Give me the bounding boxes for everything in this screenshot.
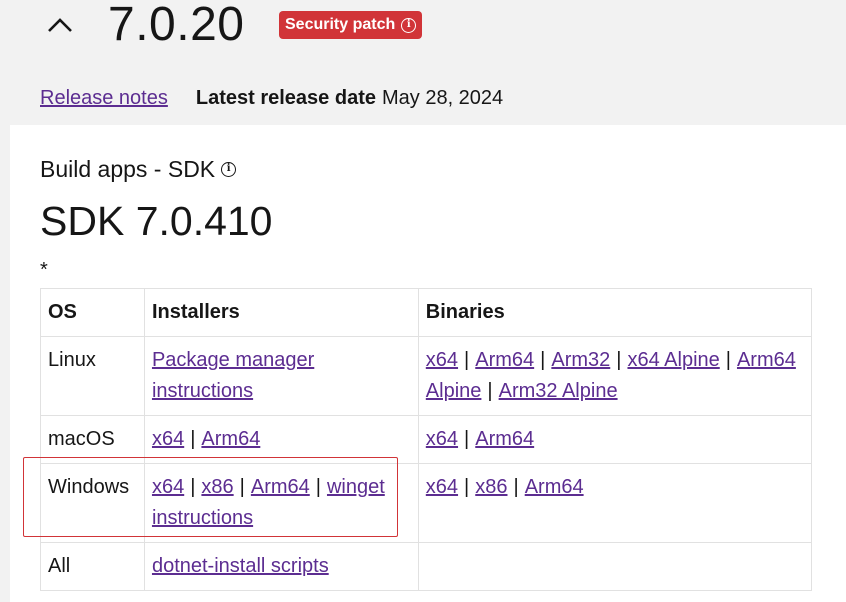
link-separator: |	[464, 428, 470, 450]
header-binaries: Binaries	[417, 288, 813, 337]
installers-link[interactable]: Arm64	[201, 428, 260, 450]
os-cell: macOS	[40, 415, 145, 464]
table-row: Windows x64 | x86 | Arm64 | winget instructions…	[40, 463, 813, 543]
sdk-title: SDK 7.0.410	[40, 198, 273, 244]
installers-cell: dotnet-install scripts	[143, 542, 419, 591]
link-separator: |	[315, 476, 321, 498]
binaries-link[interactable]: Arm64	[475, 349, 534, 371]
binaries-link[interactable]: x64	[426, 476, 458, 498]
release-page: 7.0.20 Security patch i Release notes La…	[0, 0, 846, 602]
latest-release-date: May 28, 2024	[381, 87, 504, 109]
binaries-cell: x64 | Arm64 | Arm32 | x64 Alpine | Arm64 Alpine |…	[417, 336, 813, 416]
link-separator: |	[487, 380, 493, 402]
link-separator: |	[464, 349, 470, 371]
security-patch-badge[interactable]: Security patch i	[279, 11, 423, 39]
header-installers: Installers	[143, 288, 419, 337]
link-separator: |	[616, 349, 622, 371]
installers-link[interactable]: Arm64	[251, 476, 310, 498]
link-separator: |	[190, 428, 196, 450]
section-title-text: Build apps - SDK	[40, 156, 216, 182]
installers-cell: x64 | Arm64	[143, 415, 419, 464]
footnote-mark: *	[40, 259, 48, 281]
installers-link[interactable]: x64	[152, 428, 184, 450]
os-cell: All	[40, 542, 145, 591]
latest-release-label: Latest release date	[195, 87, 376, 109]
section-title: Build apps - SDK i	[40, 154, 237, 184]
header-os: OS	[40, 288, 145, 337]
binaries-link[interactable]: x64	[426, 428, 458, 450]
sdk-card: Build apps - SDK i SDK 7.0.410 * OS Inst…	[10, 125, 846, 602]
link-separator: |	[725, 349, 731, 371]
downloads-table: OS Installers Binaries Linux Package mana…	[40, 288, 813, 591]
installers-link[interactable]: x64	[152, 476, 184, 498]
link-separator: |	[540, 349, 546, 371]
release-notes-link[interactable]: Release notes	[40, 84, 168, 112]
link-separator: |	[239, 476, 245, 498]
binaries-link[interactable]: x64 Alpine	[627, 349, 719, 371]
installers-link[interactable]: Package manager instructions	[152, 349, 314, 402]
binaries-cell: x64 | Arm64	[417, 415, 813, 464]
link-separator: |	[513, 476, 519, 498]
info-icon[interactable]: i	[221, 161, 237, 177]
table-row: All dotnet-install scripts	[40, 542, 813, 591]
binaries-link[interactable]: x86	[475, 476, 507, 498]
info-icon: i	[401, 17, 417, 33]
table-row: macOS x64 | Arm64 x64 | Arm64	[40, 415, 813, 464]
chevron-up-icon	[48, 18, 72, 32]
binaries-link[interactable]: Arm64	[475, 428, 534, 450]
os-cell: Windows	[40, 463, 145, 543]
os-cell: Linux	[40, 336, 145, 416]
installers-cell: Package manager instructions	[143, 336, 419, 416]
badge-label: Security patch	[285, 16, 396, 33]
installers-link[interactable]: dotnet-install scripts	[152, 555, 329, 577]
link-separator: |	[190, 476, 196, 498]
binaries-cell: x64 | x86 | Arm64	[417, 463, 813, 543]
binaries-link[interactable]: Arm64	[525, 476, 584, 498]
installers-link[interactable]: x86	[201, 476, 233, 498]
binaries-link[interactable]: x64	[426, 349, 458, 371]
binaries-link[interactable]: Arm32	[551, 349, 610, 371]
installers-cell: x64 | x86 | Arm64 | winget instructions	[143, 463, 419, 543]
binaries-link[interactable]: Arm32 Alpine	[499, 380, 618, 402]
table-row: Linux Package manager instructions x64 | Arm…	[40, 336, 813, 416]
link-separator: |	[464, 476, 470, 498]
binaries-cell	[417, 542, 813, 591]
release-meta: Release notes Latest release date May 28…	[40, 84, 503, 112]
collapse-button[interactable]	[40, 8, 80, 42]
version-heading: 7.0.20	[108, 0, 245, 51]
table-header-row: OS Installers Binaries	[40, 288, 813, 337]
